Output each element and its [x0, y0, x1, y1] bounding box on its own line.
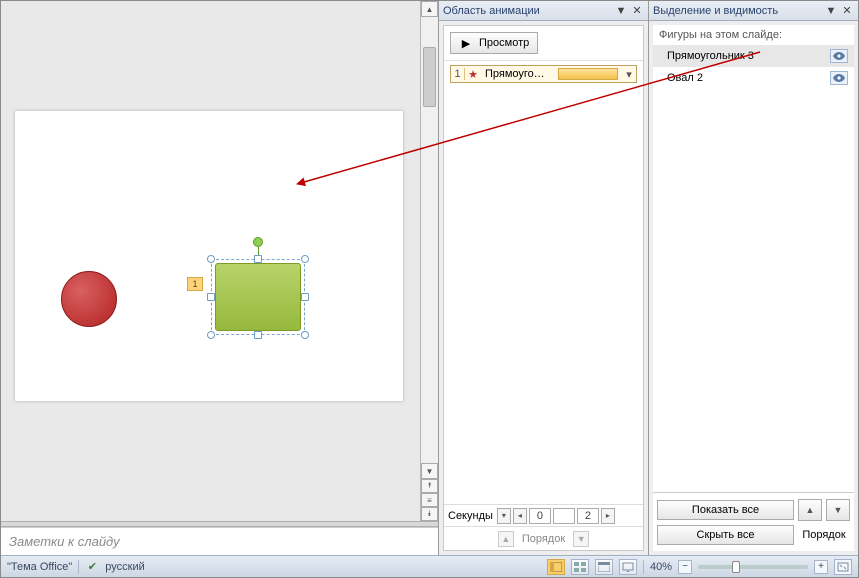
- upper-area: 1: [1, 1, 858, 555]
- scroll-track[interactable]: [421, 17, 438, 463]
- app-root: 1: [0, 0, 859, 578]
- pane-close-icon[interactable]: ✕: [630, 4, 644, 18]
- animation-pane: Область анимации ▼ ✕ ▶ Просмотр 1 ★ Прям…: [438, 1, 648, 555]
- slide-viewport: 1: [1, 1, 420, 521]
- selection-item-name: Овал 2: [667, 72, 830, 84]
- selection-pane: Выделение и видимость ▼ ✕ Фигуры на этом…: [648, 1, 858, 555]
- visibility-toggle[interactable]: [830, 71, 848, 85]
- selection-order-label: Порядок: [798, 529, 850, 541]
- zoom-in-button[interactable]: +: [814, 560, 828, 574]
- resize-handle-sw[interactable]: [207, 331, 215, 339]
- eye-icon: [833, 74, 845, 82]
- fit-to-window-button[interactable]: [834, 559, 852, 575]
- timeline-cell-1: [553, 508, 575, 524]
- animation-item[interactable]: 1 ★ Прямоугольн... ▾: [450, 65, 637, 83]
- preview-button[interactable]: ▶ Просмотр: [450, 32, 538, 54]
- animation-pane-body: ▶ Просмотр 1 ★ Прямоугольн... ▾ Секунды: [443, 25, 644, 551]
- selection-pane-title: Выделение и видимость: [653, 5, 822, 17]
- status-separator: [643, 560, 644, 574]
- scroll-down-button[interactable]: ▼: [421, 463, 438, 479]
- play-icon: ▶: [459, 36, 473, 50]
- preview-button-label: Просмотр: [479, 37, 529, 49]
- status-language[interactable]: русский: [105, 561, 144, 573]
- resize-handle-nw[interactable]: [207, 255, 215, 263]
- visibility-toggle[interactable]: [830, 49, 848, 63]
- timeline-label: Секунды: [448, 510, 495, 522]
- zoom-thumb[interactable]: [732, 561, 740, 573]
- spellcheck-icon[interactable]: ✔: [85, 560, 99, 574]
- animation-list[interactable]: 1 ★ Прямоугольн... ▾: [444, 61, 643, 504]
- timeline-unit-dropdown[interactable]: ▾: [497, 508, 511, 524]
- resize-handle-w[interactable]: [207, 293, 215, 301]
- scroll-up-button[interactable]: ▲: [421, 1, 438, 17]
- reorder-up-button[interactable]: ▲: [798, 499, 822, 521]
- resize-handle-ne[interactable]: [301, 255, 309, 263]
- selection-item-name: Прямоугольник 3: [667, 50, 830, 62]
- resize-handle-e[interactable]: [301, 293, 309, 301]
- order-up-button[interactable]: ▲: [498, 531, 514, 547]
- selection-list[interactable]: Прямоугольник 3 Овал 2: [653, 45, 854, 492]
- pane-menu-icon[interactable]: ▼: [614, 4, 628, 18]
- rotation-handle[interactable]: [253, 237, 263, 247]
- prev-slide-button[interactable]: ⯭: [421, 479, 438, 493]
- resize-handle-n[interactable]: [254, 255, 262, 263]
- selection-caption: Фигуры на этом слайде:: [653, 25, 854, 45]
- selection-pane-body: Фигуры на этом слайде: Прямоугольник 3 О…: [653, 25, 854, 551]
- animation-duration-bar[interactable]: [558, 68, 618, 80]
- selection-outline: [211, 259, 305, 335]
- animation-item-menu[interactable]: ▾: [622, 68, 636, 81]
- pane-close-icon[interactable]: ✕: [840, 4, 854, 18]
- editor-column: 1: [1, 1, 438, 555]
- timeline-cell-2: 2: [577, 508, 599, 524]
- status-theme[interactable]: "Тема Office": [7, 561, 72, 573]
- status-separator: [78, 560, 79, 574]
- show-all-button[interactable]: Показать все: [657, 500, 794, 520]
- slide-nav-menu-button[interactable]: ≡: [421, 493, 438, 507]
- slideshow-view-button[interactable]: [619, 559, 637, 575]
- timeline-row: Секунды ▾ ◂ 0 2 ▸: [444, 504, 643, 526]
- pane-menu-icon[interactable]: ▼: [824, 4, 838, 18]
- animation-pane-header: Область анимации ▼ ✕: [439, 1, 648, 21]
- notes-pane[interactable]: Заметки к слайду: [1, 527, 438, 555]
- animation-order-label: Порядок: [522, 533, 565, 545]
- shape-oval[interactable]: [61, 271, 117, 327]
- selection-item[interactable]: Овал 2: [653, 67, 854, 89]
- scroll-thumb[interactable]: [423, 47, 436, 107]
- slide-area[interactable]: 1: [1, 1, 438, 521]
- eye-icon: [833, 52, 845, 60]
- reorder-down-button[interactable]: ▼: [826, 499, 850, 521]
- zoom-out-button[interactable]: −: [678, 560, 692, 574]
- status-bar: "Тема Office" ✔ русский 40% − +: [1, 555, 858, 577]
- animation-preview-row: ▶ Просмотр: [444, 26, 643, 61]
- hide-all-button[interactable]: Скрыть все: [657, 525, 794, 545]
- selection-footer: Показать все ▲ ▼ Скрыть все Порядок: [653, 492, 854, 551]
- timeline-cell-0: 0: [529, 508, 551, 524]
- animation-item-label: Прямоугольн...: [481, 68, 554, 80]
- selection-item[interactable]: Прямоугольник 3: [653, 45, 854, 67]
- timeline-scroll-right[interactable]: ▸: [601, 508, 615, 524]
- animation-item-index: 1: [451, 68, 465, 80]
- zoom-slider[interactable]: [698, 565, 808, 569]
- order-down-button[interactable]: ▼: [573, 531, 589, 547]
- resize-handle-se[interactable]: [301, 331, 309, 339]
- zoom-percent[interactable]: 40%: [650, 561, 672, 573]
- animation-order-row: ▲ Порядок ▼: [444, 526, 643, 550]
- reading-view-button[interactable]: [595, 559, 613, 575]
- next-slide-button[interactable]: ⯯: [421, 507, 438, 521]
- sorter-view-button[interactable]: [571, 559, 589, 575]
- editor-vscroll[interactable]: ▲ ▼ ⯭ ≡ ⯯: [420, 1, 438, 521]
- resize-handle-s[interactable]: [254, 331, 262, 339]
- slide-canvas[interactable]: 1: [15, 111, 403, 401]
- animation-pane-title: Область анимации: [443, 5, 612, 17]
- timeline-scroll-left[interactable]: ◂: [513, 508, 527, 524]
- normal-view-button[interactable]: [547, 559, 565, 575]
- star-icon: ★: [465, 68, 481, 81]
- selection-pane-header: Выделение и видимость ▼ ✕: [649, 1, 858, 21]
- shape-rectangle-selected[interactable]: 1: [211, 259, 305, 335]
- animation-order-tag: 1: [187, 277, 203, 291]
